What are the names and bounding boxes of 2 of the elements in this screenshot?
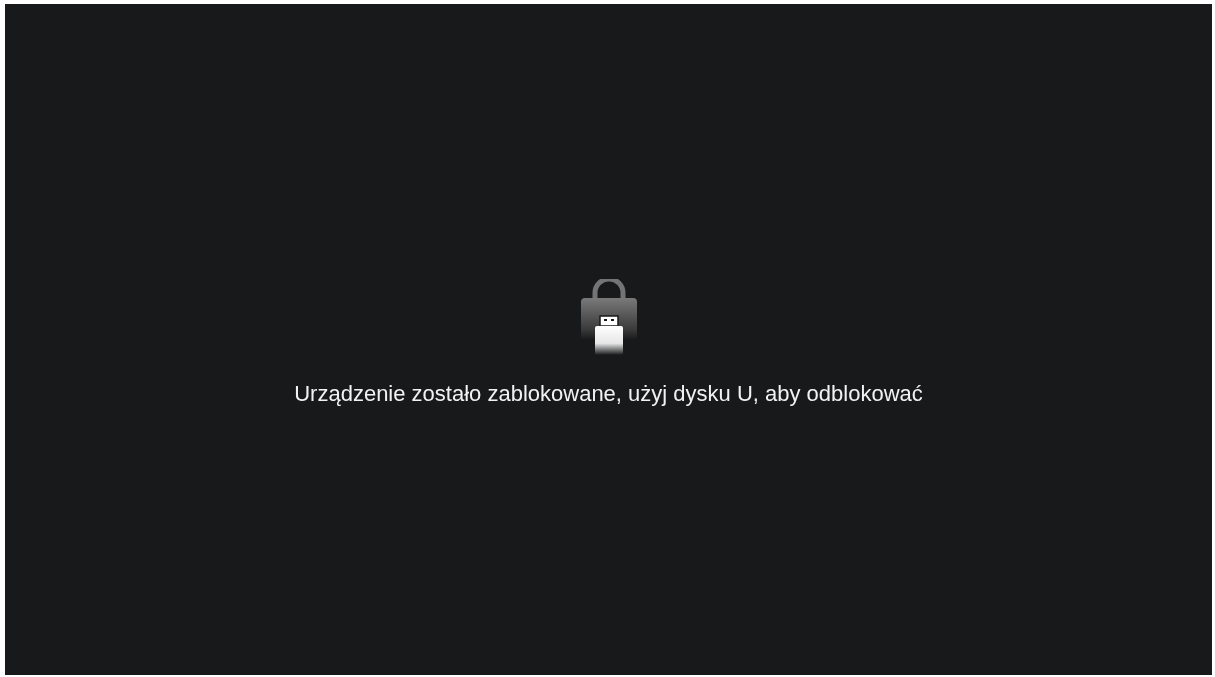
- lock-message: Urządzenie zostało zablokowane, użyj dysku U, aby odblokować: [294, 380, 923, 407]
- lock-usb-icon: [579, 278, 638, 355]
